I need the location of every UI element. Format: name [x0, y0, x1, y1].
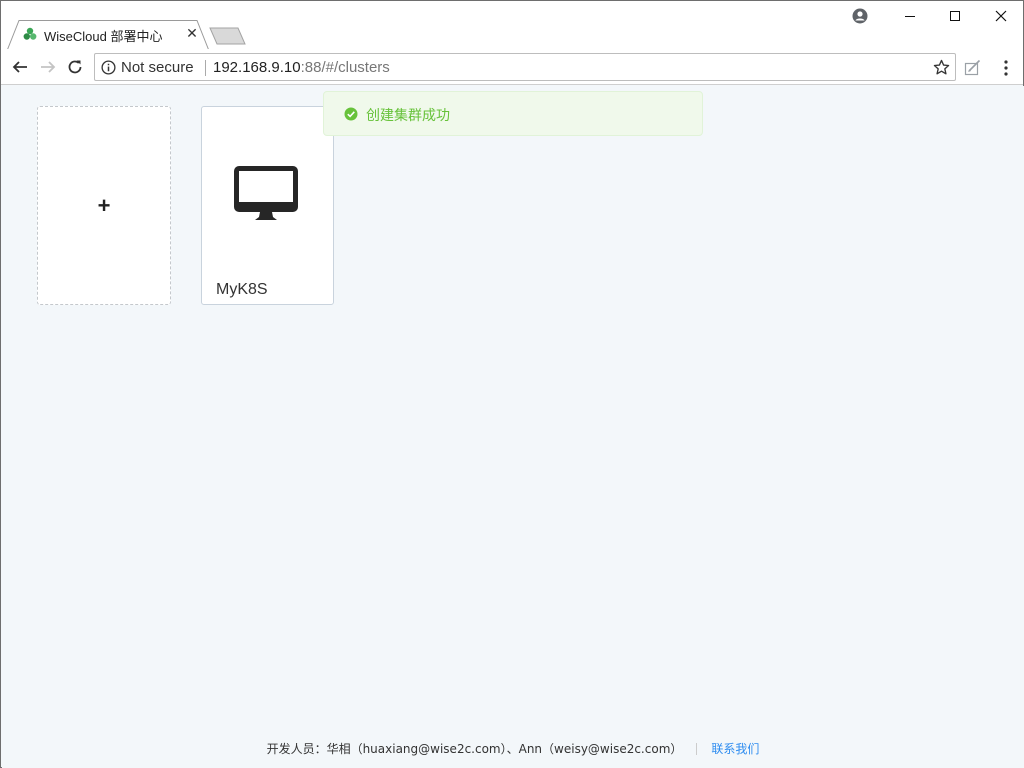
minimize-button[interactable]: [900, 7, 920, 25]
reload-button[interactable]: [65, 57, 85, 77]
close-icon: [995, 10, 1007, 22]
monitor-icon: [234, 166, 298, 220]
tab-close-icon[interactable]: ✕: [185, 25, 199, 41]
add-plus-icon: +: [97, 192, 111, 218]
footer-divider: [696, 743, 698, 755]
tab-title: WiseCloud 部署中心: [44, 29, 163, 44]
browser-tab[interactable]: WiseCloud 部署中心 ✕: [7, 20, 209, 50]
cluster-name: MyK8S: [216, 281, 268, 298]
maximize-icon: [950, 11, 960, 21]
back-button[interactable]: [10, 57, 30, 77]
check-circle-icon: [344, 107, 358, 121]
browser-window: WiseCloud 部署中心 ✕ Not secure 192.168.9.10…: [0, 0, 1024, 768]
arrow-right-icon: [41, 61, 56, 73]
developer-credits: 开发人员：华相（huaxiang@wise2c.com）、Ann（weisy@w…: [266, 742, 683, 756]
url-host: 192.168.9.10: [213, 59, 301, 76]
close-window-button[interactable]: [991, 7, 1011, 25]
browser-toolbar: Not secure 192.168.9.10:88/#/clusters: [1, 49, 1023, 85]
maximize-button[interactable]: [945, 7, 965, 25]
toast-message: 创建集群成功: [366, 108, 450, 124]
kebab-menu-icon[interactable]: [997, 59, 1015, 77]
info-icon[interactable]: [101, 60, 116, 75]
url-text[interactable]: 192.168.9.10:88/#/clusters: [213, 59, 390, 76]
reload-icon: [68, 60, 82, 74]
star-icon[interactable]: [933, 59, 950, 76]
tab-strip: WiseCloud 部署中心 ✕: [1, 1, 1023, 50]
url-path: :88/#/clusters: [300, 59, 390, 76]
profile-icon[interactable]: [852, 8, 868, 24]
forward-button[interactable]: [38, 57, 58, 77]
minimize-icon: [905, 16, 915, 17]
address-bar[interactable]: Not secure 192.168.9.10:88/#/clusters: [94, 53, 956, 81]
arrow-left-icon: [12, 61, 27, 73]
wisecloud-logo-icon: [23, 27, 37, 40]
security-label: Not secure: [121, 59, 194, 76]
cluster-card[interactable]: MyK8S: [201, 106, 334, 305]
success-toast: 创建集群成功: [323, 91, 703, 136]
omnibox-divider: [205, 60, 206, 76]
page-content: + MyK8S 创建集群成功 开发人员：华相（huaxiang@wise2c.c…: [2, 86, 1024, 768]
page-footer: 开发人员：华相（huaxiang@wise2c.com）、Ann（weisy@w…: [2, 740, 1024, 757]
new-tab-button[interactable]: [209, 27, 249, 45]
extension-icon[interactable]: [964, 59, 982, 77]
contact-us-link[interactable]: 联系我们: [711, 742, 759, 756]
add-cluster-card[interactable]: +: [37, 106, 171, 305]
